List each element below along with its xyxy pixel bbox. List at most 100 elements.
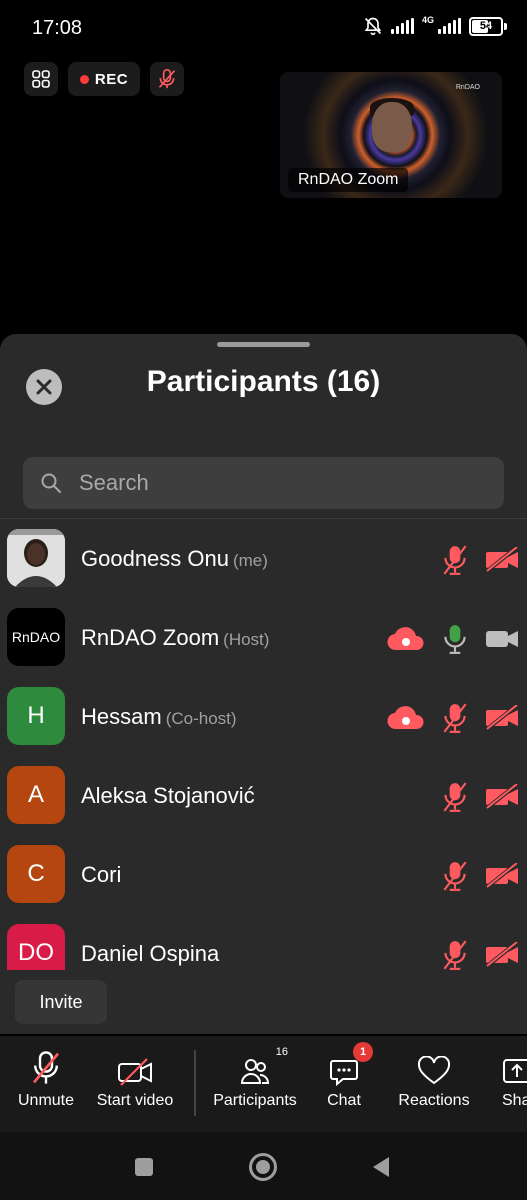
participant-name-text: Cori [81, 862, 122, 887]
toolbar-separator [194, 1050, 196, 1116]
reactions-button[interactable]: Reactions [394, 1036, 474, 1132]
search-box[interactable] [23, 457, 504, 509]
start-video-label: Start video [96, 1092, 174, 1109]
avatar: C [7, 845, 65, 903]
camera-icon[interactable] [484, 621, 520, 657]
chat-badge: 1 [353, 1042, 373, 1062]
divider [0, 518, 527, 519]
avatar: A [7, 766, 65, 824]
participant-name: Aleksa Stojanović [81, 783, 259, 809]
participants-count: 16 [275, 1046, 288, 1058]
participant-role: (Host) [223, 630, 270, 649]
participant-name: Goodness Onu (me) [81, 546, 268, 572]
participant-row[interactable]: A Aleksa Stojanović [0, 757, 527, 836]
chat-button[interactable]: 1 Chat [318, 1036, 373, 1132]
participant-name-text: RnDAO Zoom [81, 625, 220, 650]
back-button[interactable] [366, 1152, 396, 1182]
mic-icon[interactable] [438, 621, 472, 657]
participants-label: Participants [213, 1092, 297, 1109]
start-video-button[interactable]: Start video [94, 1036, 176, 1132]
video-logo: RnDAO [455, 84, 480, 91]
recent-apps-button[interactable] [129, 1152, 159, 1182]
share-label: Sha [502, 1092, 527, 1109]
participant-list: Goodness Onu (me) RnDAO RnDAO Zoom (Host) [0, 520, 527, 970]
mic-muted-icon[interactable] [438, 542, 472, 578]
participant-row[interactable]: C Cori [0, 836, 527, 915]
meeting-toolbar: Unmute Start video 16 Participants 1 Cha… [0, 1036, 527, 1132]
avatar: DO [7, 924, 65, 970]
view-layout-button[interactable] [24, 62, 58, 96]
share-button[interactable]: Sha [502, 1036, 527, 1132]
camera-off-icon[interactable] [484, 858, 520, 894]
record-dot-icon [79, 74, 89, 84]
cloud-record-icon [387, 621, 425, 657]
invite-button[interactable]: Invite [15, 980, 107, 1024]
participants-button[interactable]: 16 Participants [210, 1036, 300, 1132]
status-bar: 17:08 4G 54 [0, 0, 527, 56]
cloud-record-icon [387, 700, 425, 736]
mic-muted-icon[interactable] [438, 700, 472, 736]
mic-muted-icon[interactable] [438, 937, 472, 970]
participant-role: (me) [232, 551, 268, 570]
avatar: RnDAO [7, 608, 65, 666]
search-icon [39, 471, 63, 495]
video-name-label: RnDAO Zoom [288, 168, 409, 192]
participant-role: (Co-host) [165, 709, 237, 728]
participant-name-text: Aleksa Stojanović [81, 783, 255, 808]
chat-icon: 1 [329, 1042, 373, 1086]
drag-handle[interactable] [217, 342, 310, 347]
audio-status-button[interactable] [150, 62, 184, 96]
square-icon [135, 1158, 153, 1176]
participant-row[interactable]: RnDAO RnDAO Zoom (Host) [0, 599, 527, 678]
mic-muted-icon [158, 69, 176, 89]
unmute-label: Unmute [17, 1092, 75, 1109]
participant-name: Daniel Ospina [81, 941, 223, 967]
avatar [7, 529, 65, 587]
camera-off-icon[interactable] [484, 700, 520, 736]
participant-row[interactable]: DO Daniel Ospina [0, 915, 527, 970]
participant-name: Hessam (Co-host) [81, 704, 237, 730]
grid-icon [32, 70, 50, 88]
status-icons: 4G 54 [363, 16, 507, 36]
participant-name-text: Goodness Onu [81, 546, 229, 571]
mic-muted-icon[interactable] [438, 779, 472, 815]
camera-off-icon[interactable] [484, 779, 520, 815]
participants-sheet: Participants (16) Goodness Onu(me) RnDAO… [0, 334, 527, 1034]
participant-name: RnDAO Zoom (Host) [81, 625, 269, 651]
avatar: H [7, 687, 65, 745]
participant-row[interactable]: H Hessam (Co-host) [0, 678, 527, 757]
camera-off-icon[interactable] [484, 937, 520, 970]
home-circle-icon [249, 1153, 277, 1181]
mic-muted-icon [31, 1050, 61, 1086]
camera-off-icon[interactable] [484, 542, 520, 578]
system-navigation-bar [0, 1132, 527, 1200]
signal-icon [390, 18, 414, 34]
recording-label: REC [94, 70, 129, 88]
share-icon [502, 1050, 527, 1086]
battery-level: 54 [479, 20, 493, 32]
network-label: 4G [421, 15, 434, 25]
close-button[interactable] [26, 369, 62, 405]
battery-icon: 54 [469, 16, 503, 36]
signal-icon-2 [438, 18, 461, 34]
mic-muted-icon[interactable] [438, 858, 472, 894]
participant-row[interactable]: Goodness Onu (me) [0, 520, 527, 599]
video-person [372, 102, 412, 152]
unmute-button[interactable]: Unmute [10, 1036, 82, 1132]
status-time: 17:08 [32, 17, 83, 39]
reactions-label: Reactions [398, 1092, 470, 1109]
participants-icon: 16 [240, 1046, 288, 1086]
heart-icon [417, 1050, 451, 1086]
participant-name: Cori [81, 862, 125, 888]
recording-indicator[interactable]: REC [68, 62, 140, 96]
battery-tip [504, 22, 507, 30]
chat-label: Chat [327, 1092, 361, 1109]
back-triangle-icon [373, 1157, 389, 1177]
camera-off-icon [117, 1050, 153, 1086]
home-button[interactable] [248, 1152, 278, 1182]
silent-bell-icon [364, 17, 382, 36]
search-input[interactable] [77, 469, 481, 497]
participant-name-text: Hessam [81, 704, 162, 729]
video-tile[interactable]: RnDAO RnDAO Zoom [280, 72, 502, 198]
panel-title: Participants (16) [146, 365, 381, 398]
